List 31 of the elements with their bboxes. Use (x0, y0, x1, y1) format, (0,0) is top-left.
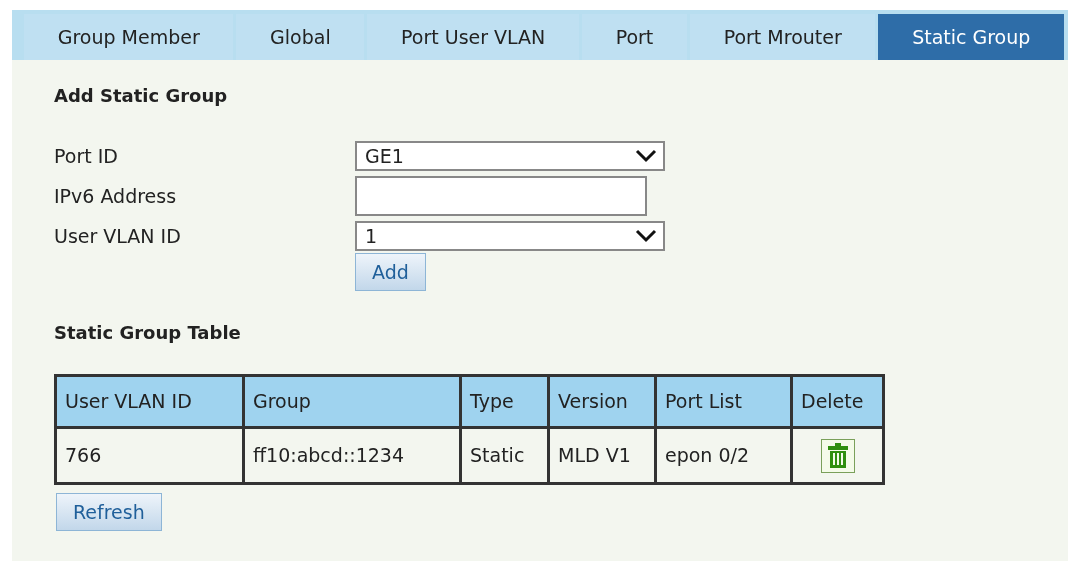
delete-button[interactable] (820, 438, 855, 473)
column-header: Port List (655, 375, 792, 428)
trash-icon (826, 442, 849, 469)
column-header: Group (243, 375, 461, 428)
section-title: Add Static Group (54, 84, 229, 108)
tab[interactable]: Global (236, 14, 365, 60)
field-label: IPv6 Address (54, 183, 178, 209)
input-field[interactable] (355, 176, 647, 216)
column-header: Delete (791, 375, 884, 428)
table-cell: 766 (55, 427, 244, 484)
dropdown[interactable]: 1 (355, 221, 665, 251)
table-cell: epon 0/2 (655, 427, 792, 484)
section-title: Static Group Table (54, 321, 242, 345)
tab[interactable]: Port (581, 14, 687, 60)
tab[interactable]: Group Member (24, 14, 234, 60)
table-cell: MLD V1 (548, 427, 656, 484)
table-cell: Static (460, 427, 549, 484)
tab[interactable]: Static Group (878, 14, 1064, 60)
chevron-down-icon (635, 229, 657, 243)
table-cell: ff10:abcd::1234 (243, 427, 461, 484)
dropdown[interactable]: GE1 (355, 141, 665, 171)
tab[interactable]: Port Mrouter (690, 14, 876, 60)
column-header: User VLAN ID (55, 375, 244, 428)
refresh-button[interactable]: Refresh (56, 493, 162, 531)
tab[interactable]: Port User VLAN (367, 14, 579, 60)
add-button[interactable]: Add (355, 253, 426, 291)
chevron-down-icon (635, 149, 657, 163)
column-header: Type (460, 375, 549, 428)
column-header: Version (548, 375, 656, 428)
field-label: Port ID (54, 143, 119, 169)
field-label: User VLAN ID (54, 223, 182, 249)
